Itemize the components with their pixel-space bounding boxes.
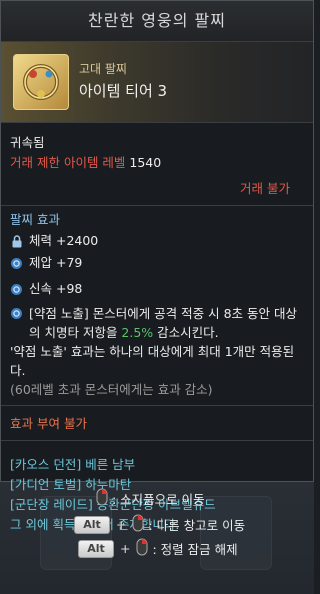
item-grade: 고대 팔찌 [79,62,127,76]
control-hints: : 소지품으로 이동 Alt + : 다른 창고로 이동 Alt + : 정렬 … [0,484,314,594]
effect-limit: '약점 노출' 효과는 하나의 대상에게 최대 1개만 적용된다. [10,344,295,378]
special-effect: [약점 노출] 몬스터에게 공격 적중 시 8초 동안 대상의 치명타 저항을 … [10,304,304,342]
stat-row: 신속 +98 [10,278,304,300]
binding-info: 귀속됨 거래 제한 아이템 레벨 1540 거래 불가 [1,123,313,199]
hint-label: : 소지품으로 이동 [112,492,205,507]
item-title: 찬란한 영웅의 팔찌 [1,1,313,42]
hint-label: : 다른 창고로 이동 [148,518,246,533]
level-requirement: 거래 제한 아이템 레벨 1540 [10,153,304,173]
stat-text: 체력 +2400 [29,233,99,248]
level-req-label: 거래 제한 아이템 레벨 [10,155,126,170]
item-header: 고대 팔찌 아이템 티어 3 [1,42,313,123]
stat-text: 신속 +98 [29,281,83,296]
effect-tag: [약점 노출] [29,306,89,321]
alt-key: Alt [74,515,110,534]
hint-row: : 소지품으로 이동 [96,488,205,509]
source-item: [카오스 던전] 베른 남부 [10,457,136,472]
alt-key: Alt [78,539,114,558]
swirl-icon [10,257,23,270]
grant-status: 효과 부여 불가 [1,410,313,434]
hint-row: Alt + : 다른 창고로 이동 [74,514,245,535]
mouse-right-icon [96,488,108,509]
bound-status: 귀속됨 [10,135,45,150]
lock-icon [10,234,23,248]
item-tier: 아이템 티어 3 [79,82,168,100]
mouse-right-icon [136,538,148,559]
special-effect-text: [약점 노출] 몬스터에게 공격 적중 시 8초 동안 대상의 치명타 저항을 … [29,304,304,342]
stat-row: 체력 +2400 [10,230,304,252]
divider [1,205,313,206]
level-req-value: 1540 [129,155,162,170]
trade-status: 거래 불가 [240,181,290,196]
swirl-icon [10,283,23,296]
hint-row: Alt + : 정렬 잠금 해제 [78,538,238,559]
item-tooltip: 찬란한 영웅의 팔찌 고대 팔찌 아이템 티어 3 귀속됨 거래 제한 아이템 … [0,0,314,532]
swirl-icon [10,307,23,320]
plus-sign: + [116,517,127,532]
divider [1,440,313,441]
effect-note: (60레벨 초과 몬스터에게는 효과 감소) [10,382,213,397]
divider [1,405,313,406]
bracelet-effects: 팔찌 효과 체력 +2400 제압 +79 신속 +98 [약점 노출] 몬스터… [1,210,313,399]
plus-sign: + [120,541,131,556]
mouse-right-icon [132,514,144,535]
no-grant-text: 효과 부여 불가 [10,416,87,431]
effect-highlight: 2.5% [121,325,154,340]
effect-header: 팔찌 효과 [10,212,60,227]
hint-label: : 정렬 잠금 해제 [152,542,238,557]
stat-row: 제압 +79 [10,252,304,274]
stat-text: 제압 +79 [29,255,83,270]
effect-desc-2: 감소시킨다. [153,325,219,340]
bracelet-icon [13,54,69,110]
